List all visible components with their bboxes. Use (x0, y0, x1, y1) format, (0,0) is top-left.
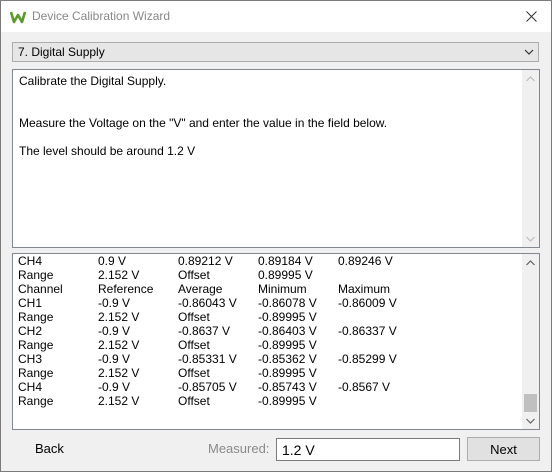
log-cell: Reference (98, 282, 154, 296)
log-cell: -0.85331 V (178, 352, 237, 366)
log-cell: -0.85705 V (178, 380, 237, 394)
log-cell: -0.86043 V (178, 296, 237, 310)
next-button[interactable]: Next (467, 437, 540, 461)
instructions-content-2: Measure the Voltage on the "V" and enter… (19, 116, 519, 130)
log-cell: -0.8637 V (178, 324, 231, 338)
instructions-scrollbar[interactable] (522, 70, 539, 247)
log-cell: 0.9 V (98, 254, 127, 268)
log-cell: Maximum (338, 282, 391, 296)
close-icon (525, 11, 537, 22)
log-cell: Channel (18, 282, 63, 296)
log-cell: -0.9 V (98, 352, 131, 366)
log-cell: -0.86009 V (338, 296, 397, 310)
log-cell: -0.85743 V (258, 380, 317, 394)
log-cell: -0.9 V (98, 296, 131, 310)
log-cell: Range (18, 268, 54, 282)
instructions-textbox[interactable]: Calibrate the Digital Supply. Calibrate … (12, 69, 540, 248)
log-cell: -0.85299 V (338, 352, 397, 366)
log-cell: 0.89246 V (338, 254, 393, 268)
log-cell: -0.8567 V (338, 380, 391, 394)
step-dropdown-value: 7. Digital Supply (18, 45, 105, 59)
wizard-window: Device Calibration Wizard 7. Digital Sup… (0, 0, 552, 472)
log-cell: Offset (178, 366, 210, 380)
log-cell: 0.89995 V (258, 268, 313, 282)
log-cell: -0.86337 V (338, 324, 397, 338)
log-cell: 2.152 V (98, 366, 140, 380)
log-row: CH4 -0.9 V -0.85705 V -0.85743 V -0.8567 V (18, 380, 519, 394)
log-cell: Offset (178, 394, 210, 408)
log-row: CH1 -0.9 V -0.86043 V -0.86078 V -0.86009 V (18, 296, 519, 310)
instruction-line (19, 88, 519, 102)
log-cell: Range (18, 338, 54, 352)
log-cell: CH4 (18, 380, 43, 394)
window-title: Device Calibration Wizard (32, 9, 171, 23)
instruction-line: Measure the Voltage on the "V" and enter… (19, 116, 388, 130)
log-cell: CH1 (18, 296, 43, 310)
log-cell: Minimum (258, 282, 307, 296)
log-rows: CH4 0.9 V 0.89212 V 0.89184 V 0.89246 V Range… (18, 254, 519, 408)
measured-input[interactable] (276, 438, 460, 461)
title-bar: Device Calibration Wizard (1, 1, 551, 32)
log-row: Range 2.152 V Offset -0.89995 V (18, 366, 519, 380)
instructions-content: Calibrate the Digital Supply. Calibrate … (19, 74, 519, 102)
app-logo-icon (10, 9, 26, 25)
scroll-down-button[interactable] (522, 412, 539, 429)
log-cell: 0.89212 V (178, 254, 233, 268)
log-row: Range 2.152 V Offset -0.89995 V (18, 394, 519, 408)
chevron-down-icon (526, 418, 535, 424)
log-cell: -0.89995 V (258, 310, 317, 324)
scroll-down-button[interactable] (522, 230, 539, 247)
log-cell: -0.89995 V (258, 338, 317, 352)
log-cell: -0.86403 V (258, 324, 317, 338)
measured-label: Measured: (208, 441, 270, 456)
log-row: Channel Reference Average Minimum Maximum (18, 282, 519, 296)
scroll-up-button[interactable] (522, 254, 539, 271)
log-row: Range 2.152 V Offset -0.89995 V (18, 338, 519, 352)
next-button-label: Next (490, 441, 517, 457)
log-cell: -0.86078 V (258, 296, 317, 310)
chevron-up-icon (526, 75, 535, 81)
instruction-line: The level should be around 1.2 V (19, 144, 196, 158)
log-row: CH3 -0.9 V -0.85331 V -0.85362 V -0.85299 V (18, 352, 519, 366)
chevron-up-icon (526, 259, 535, 265)
log-cell: -0.89995 V (258, 394, 317, 408)
log-row: Range 2.152 V Offset 0.89995 V (18, 268, 519, 282)
log-cell: Range (18, 366, 54, 380)
log-scrollbar[interactable] (522, 254, 539, 429)
chevron-down-icon (524, 49, 534, 55)
instruction-line: Calibrate the Digital Supply. (19, 74, 167, 88)
log-cell: -0.89995 V (258, 366, 317, 380)
log-cell: CH2 (18, 324, 43, 338)
scroll-up-button[interactable] (522, 70, 539, 87)
log-cell: Range (18, 310, 54, 324)
chevron-down-icon (526, 236, 535, 242)
log-cell: 2.152 V (98, 338, 140, 352)
instructions-content-3: The level should be around 1.2 V (19, 144, 519, 158)
log-cell: Average (178, 282, 223, 296)
back-button[interactable]: Back (35, 441, 64, 456)
step-dropdown[interactable]: 7. Digital Supply (12, 42, 539, 62)
log-cell: 2.152 V (98, 394, 140, 408)
log-cell: CH3 (18, 352, 43, 366)
log-row: CH4 0.9 V 0.89212 V 0.89184 V 0.89246 V (18, 254, 519, 268)
log-cell: Offset (178, 338, 210, 352)
close-button[interactable] (511, 1, 551, 32)
log-cell: Range (18, 394, 54, 408)
log-cell: -0.9 V (98, 324, 131, 338)
calibration-log[interactable]: CH4 0.9 V 0.89212 V 0.89184 V 0.89246 V Range… (12, 253, 540, 430)
log-cell: 2.152 V (98, 268, 140, 282)
log-row: CH2 -0.9 V -0.8637 V -0.86403 V -0.86337 V (18, 324, 519, 338)
log-cell: Offset (178, 268, 210, 282)
log-cell: -0.85362 V (258, 352, 317, 366)
log-cell: CH4 (18, 254, 43, 268)
scroll-thumb[interactable] (524, 394, 537, 412)
log-cell: Offset (178, 310, 210, 324)
log-row: Range 2.152 V Offset -0.89995 V (18, 310, 519, 324)
log-cell: 2.152 V (98, 310, 140, 324)
log-cell: -0.9 V (98, 380, 131, 394)
log-cell: 0.89184 V (258, 254, 313, 268)
